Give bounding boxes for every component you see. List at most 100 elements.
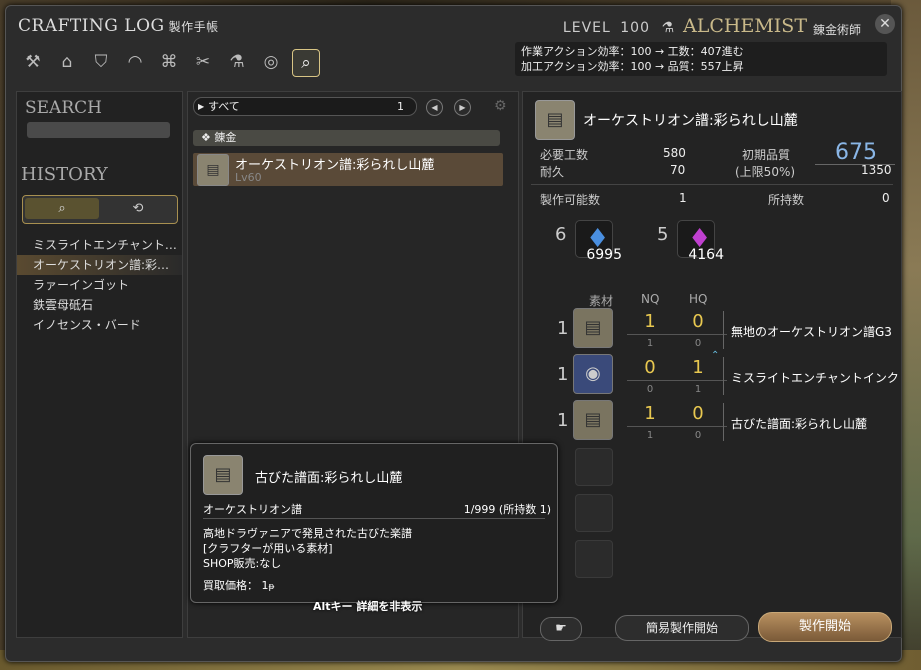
recipe-level: Lv60	[235, 171, 262, 184]
left-panel: SEARCH HISTORY ⌕ ⟲ ミスライトエンチャント… オーケストリオン…	[16, 91, 183, 638]
efficiency-box: 作業アクション効率：100 → 工数：407進む 加工アクション効率：100 →…	[515, 42, 887, 76]
item-tooltip: ▤ 古びた譜面:彩られし山麓 オーケストリオン譜 1/999 (所持数 1) 高…	[190, 443, 558, 603]
tooltip-desc-line: SHOP販売:なし	[203, 557, 282, 570]
window-title: CRAFTING LOG 製作手帳	[18, 16, 219, 36]
tooltip-item-type: オーケストリオン譜	[203, 503, 302, 516]
synthesize-button[interactable]: 製作開始	[758, 612, 892, 642]
owned-value: 0	[882, 191, 890, 205]
hq-amount[interactable]: 0	[683, 311, 713, 332]
class-name: ALCHEMIST	[683, 15, 807, 37]
quality-cap-value: 1350	[861, 163, 892, 177]
crystal-required: 6	[555, 224, 567, 245]
recipe-name: オーケストリオン譜:彩られし山麓	[235, 158, 435, 173]
crystal-required: 5	[657, 224, 669, 245]
materials-header: 素材	[589, 294, 614, 308]
recipe-list-item[interactable]: ▤ オーケストリオン譜:彩られし山麓 Lv60	[193, 153, 503, 186]
tooltip-divider	[203, 518, 545, 519]
nq-header: NQ	[641, 292, 660, 306]
tooltip-desc-line: 高地ドラヴァニアで発見された古びた楽譜	[203, 527, 412, 540]
alt-key-hint: Altキー 詳細を非表示	[313, 600, 423, 613]
empty-material-slot	[575, 540, 613, 578]
search-icon[interactable]: ⌕	[292, 49, 320, 77]
culinarian-icon[interactable]: ◎	[258, 49, 284, 75]
initial-quality-value[interactable]: 675	[835, 140, 877, 165]
alchemist-icon[interactable]: ⚗	[224, 49, 250, 75]
recipe-detail-panel: ▤ オーケストリオン譜:彩られし山麓 必要工数 580 耐久 70 初期品質 6…	[522, 91, 902, 642]
hq-amount[interactable]: 0	[683, 403, 713, 424]
empty-material-slot	[575, 494, 613, 532]
history-refresh-tab[interactable]: ⟲	[103, 198, 173, 219]
history-item[interactable]: ミスライトエンチャント…	[17, 235, 182, 255]
search-heading: SEARCH	[25, 98, 102, 118]
goldsmith-icon[interactable]: ◠	[122, 49, 148, 75]
row-divider	[723, 311, 724, 349]
armorer-icon[interactable]: ⛉	[88, 49, 114, 75]
history-item[interactable]: オーケストリオン譜:彩…	[17, 255, 182, 275]
hq-header: HQ	[689, 292, 708, 306]
window-title-jp: 製作手帳	[168, 20, 219, 34]
efficiency-line-2: 加工アクション効率：100 → 品質：557上昇	[521, 60, 744, 73]
scroll-icon[interactable]: ▤	[535, 100, 575, 140]
required-progress-label: 必要工数	[540, 148, 589, 162]
window-title-en: CRAFTING LOG	[18, 16, 165, 36]
material-name: 無地のオーケストリオン譜G3	[731, 325, 892, 339]
search-icon: ⌕	[58, 201, 66, 216]
leatherworker-icon[interactable]: ⌘	[156, 49, 182, 75]
ink-bottle-icon[interactable]: ◉	[573, 354, 613, 394]
blacksmith-icon[interactable]: ⌂	[54, 49, 80, 75]
carpenter-icon[interactable]: ⚒	[20, 49, 46, 75]
divider	[531, 184, 893, 185]
material-qty: 1	[557, 364, 569, 385]
gil-icon: ᵽ	[268, 582, 275, 592]
crystal-slot[interactable]: ♦ 6995	[575, 220, 622, 263]
durability-label: 耐久	[540, 165, 565, 179]
level-label: LEVEL	[562, 20, 611, 36]
category-header[interactable]: ❖ 錬金	[193, 130, 500, 146]
row-underline	[627, 334, 727, 335]
material-name: 古びた譜面:彩られし山麓	[731, 417, 868, 431]
hq-amount[interactable]: 1	[683, 357, 713, 378]
play-icon: ▶	[198, 102, 205, 111]
tooltip-stack: 1/999 (所持数 1)	[463, 503, 551, 516]
level-value: 100	[620, 20, 650, 36]
tooltip-item-name: 古びた譜面:彩られし山麓	[255, 471, 403, 486]
row-underline	[627, 426, 727, 427]
initial-quality-label: 初期品質	[742, 148, 791, 162]
prev-page-icon[interactable]: ◀	[426, 99, 443, 116]
nq-owned: 0	[646, 384, 654, 395]
nq-owned: 1	[646, 430, 654, 441]
class-name-jp: 錬金術師	[812, 23, 861, 37]
material-qty: 1	[557, 318, 569, 339]
filter-dropdown[interactable]: ▶ すべて 1	[193, 97, 417, 116]
scroll-icon[interactable]: ▤	[573, 308, 613, 348]
nq-amount[interactable]: 1	[635, 311, 665, 332]
nq-owned: 1	[646, 338, 654, 349]
row-divider	[723, 357, 724, 395]
history-item[interactable]: ラァーインゴット	[17, 275, 182, 295]
history-item[interactable]: 鉄雲母砥石	[17, 295, 182, 315]
gear-icon[interactable]: ⚙	[494, 98, 507, 114]
nq-amount[interactable]: 0	[635, 357, 665, 378]
close-icon[interactable]: ✕	[875, 14, 895, 34]
row-divider	[723, 403, 724, 441]
craftable-label: 製作可能数	[540, 193, 601, 207]
diamond-icon: ❖	[201, 131, 215, 144]
scroll-icon: ▤	[197, 154, 229, 186]
quick-synthesis-button[interactable]: 簡易製作開始	[615, 615, 749, 641]
history-list: ミスライトエンチャント… オーケストリオン譜:彩… ラァーインゴット 鉄雲母砥石…	[17, 235, 182, 335]
material-qty: 1	[557, 410, 569, 431]
filter-label: すべて	[208, 100, 240, 113]
history-search-tab[interactable]: ⌕	[25, 198, 99, 219]
history-item[interactable]: イノセンス・バード	[17, 315, 182, 335]
weaver-icon[interactable]: ✂	[190, 49, 216, 75]
durability-value: 70	[670, 163, 686, 177]
scroll-icon: ▤	[203, 455, 243, 495]
material-row: 1 ▤ 1 0 1 0 古びた譜面:彩られし山麓	[523, 400, 901, 446]
search-input[interactable]	[27, 122, 170, 138]
nq-amount[interactable]: 1	[635, 403, 665, 424]
hand-over-button[interactable]: ☛	[540, 617, 582, 641]
next-page-icon[interactable]: ▶	[454, 99, 471, 116]
history-toggle: ⌕ ⟲	[22, 195, 178, 224]
crystal-slot[interactable]: ♦ 4164	[677, 220, 724, 263]
scroll-icon[interactable]: ▤	[573, 400, 613, 440]
